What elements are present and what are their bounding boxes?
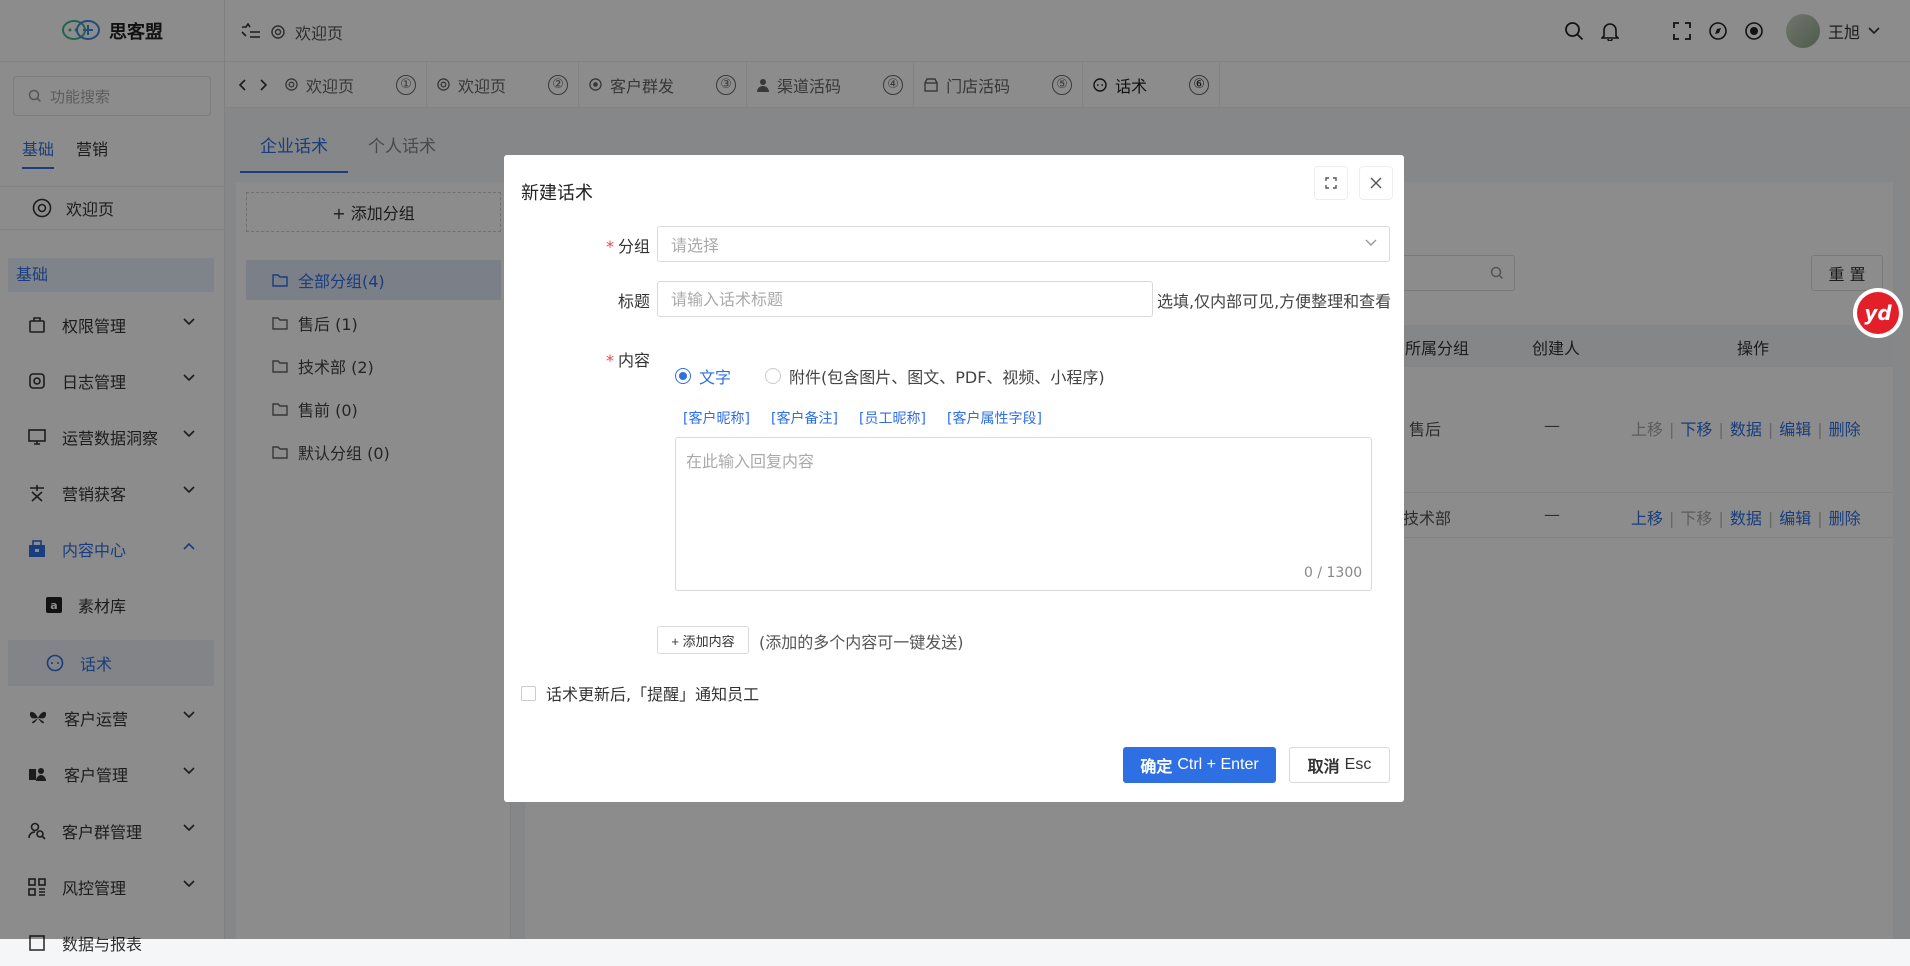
token-staff-nickname[interactable]: [员工昵称] <box>859 408 926 428</box>
content-field-label: * 内容 <box>574 347 650 371</box>
close-icon <box>1370 177 1382 189</box>
radio-checked-icon <box>675 368 691 384</box>
label-text: 分组 <box>617 237 650 256</box>
radio-label: 附件(包含图片、图文、PDF、视频、小程序) <box>789 368 1105 387</box>
radio-label: 文字 <box>699 368 732 387</box>
char-counter: 0 / 1300 <box>1304 565 1363 581</box>
checkbox-icon <box>521 685 536 701</box>
floating-badge[interactable]: yd <box>1853 288 1903 338</box>
yd-badge-icon: yd <box>1857 292 1899 334</box>
add-content-hint: (添加的多个内容可一键发送) <box>759 633 964 652</box>
token-customer-attribute[interactable]: [客户属性字段] <box>947 408 1042 428</box>
group-select[interactable]: 请选择 <box>657 226 1390 262</box>
token-customer-remark[interactable]: [客户备注] <box>771 408 838 428</box>
checkbox-label: 话术更新后,「提醒」通知员工 <box>546 685 760 704</box>
cancel-button[interactable]: 取消 Esc <box>1289 747 1390 783</box>
confirm-shortcut: Ctrl + Enter <box>1177 756 1259 773</box>
new-script-dialog: 新建话术 *分组 请选择 标题 选填,仅内部可见,方便整理和查看 *内容 文字 … <box>504 155 1404 802</box>
dialog-title: 新建话术 <box>521 183 593 204</box>
confirm-button[interactable]: 确定 Ctrl + Enter <box>1123 747 1276 783</box>
title-field-label: 标题 <box>617 292 650 311</box>
add-content-button[interactable]: + 添加内容 <box>657 626 749 654</box>
fullscreen-icon <box>1325 177 1337 189</box>
notify-staff-checkbox[interactable]: 话术更新后,「提醒」通知员工 <box>521 681 759 705</box>
close-button[interactable] <box>1359 166 1393 200</box>
group-field-label: * 分组 <box>574 233 650 257</box>
title-input[interactable] <box>657 281 1153 317</box>
radio-text[interactable]: 文字 <box>675 364 731 388</box>
required-mark: * <box>605 351 614 370</box>
chevron-down-icon <box>1365 239 1377 247</box>
group-select-placeholder: 请选择 <box>671 236 720 255</box>
title-hint: 选填,仅内部可见,方便整理和查看 <box>1157 292 1392 311</box>
required-mark: * <box>605 237 614 256</box>
label-text: 内容 <box>617 351 650 370</box>
reply-content-textarea[interactable] <box>675 437 1372 591</box>
fullscreen-button[interactable] <box>1314 166 1348 200</box>
token-customer-nickname[interactable]: [客户昵称] <box>683 408 750 428</box>
cancel-shortcut: Esc <box>1344 756 1372 773</box>
cancel-label: 取消 <box>1307 759 1340 776</box>
confirm-label: 确定 <box>1140 759 1173 776</box>
radio-unchecked-icon <box>765 368 781 384</box>
radio-attachment[interactable]: 附件(包含图片、图文、PDF、视频、小程序) <box>765 364 1105 388</box>
